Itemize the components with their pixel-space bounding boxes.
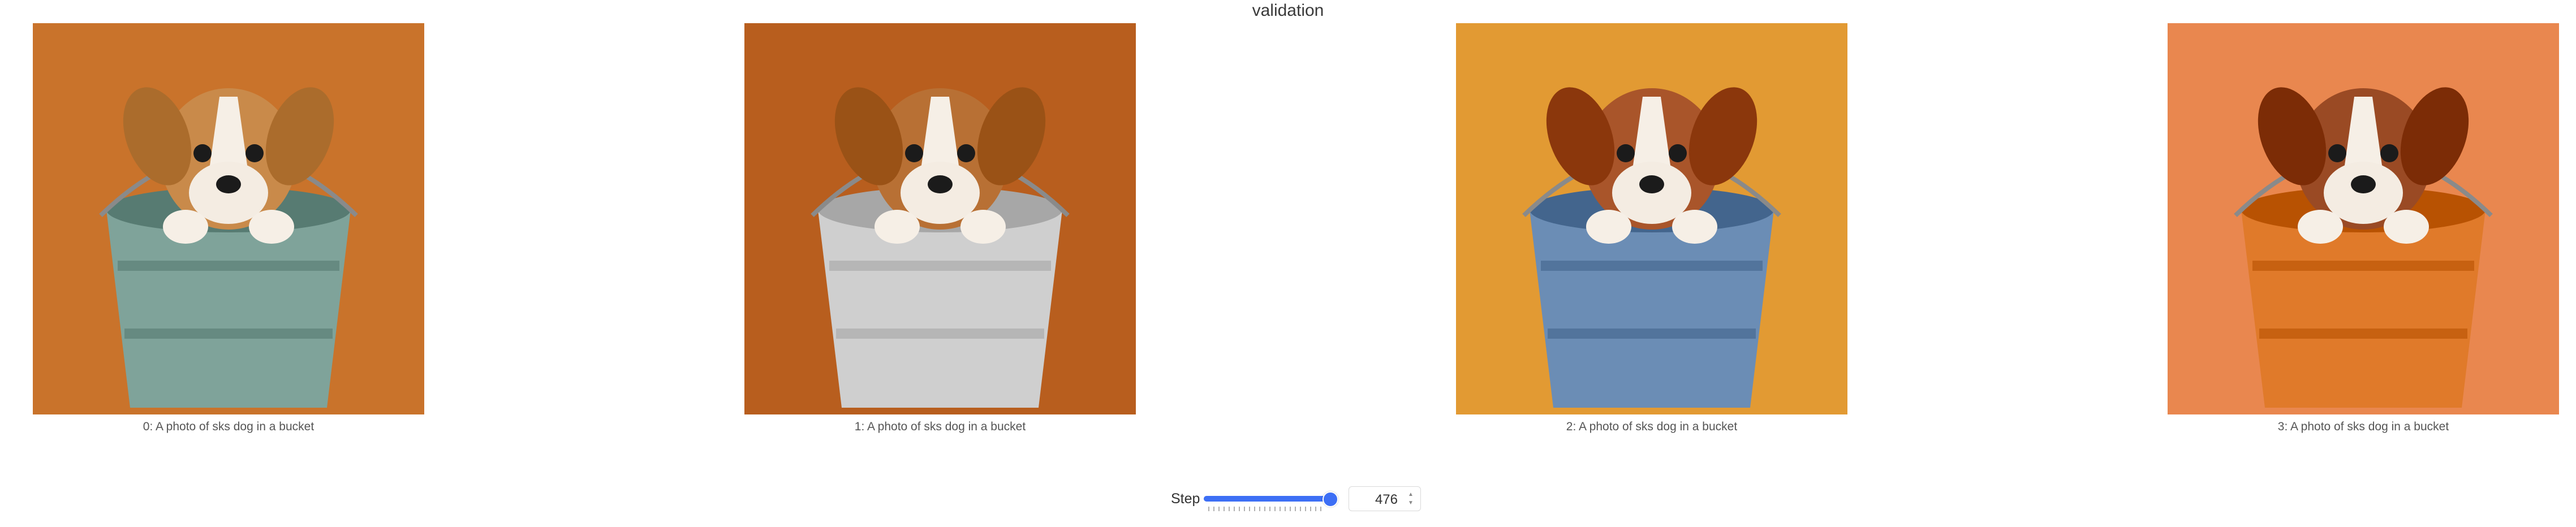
step-value: 476 — [1375, 492, 1398, 507]
validation-image[interactable] — [1456, 23, 1847, 414]
chevron-down-icon[interactable]: ▼ — [1407, 500, 1415, 506]
validation-image[interactable] — [33, 23, 424, 414]
image-caption: 2: A photo of sks dog in a bucket — [1566, 420, 1738, 433]
image-caption: 0: A photo of sks dog in a bucket — [143, 420, 315, 433]
image-panel: 3: A photo of sks dog in a bucket — [2168, 23, 2559, 434]
validation-image[interactable] — [2168, 23, 2559, 414]
image-caption: 1: A photo of sks dog in a bucket — [854, 420, 1026, 433]
image-panel: 2: A photo of sks dog in a bucket — [1456, 23, 1847, 434]
step-label: Step — [1171, 491, 1200, 507]
step-slider[interactable] — [1204, 490, 1338, 511]
step-number-input[interactable]: 476 ▲ ▼ — [1349, 486, 1421, 511]
image-caption: 3: A photo of sks dog in a bucket — [2277, 420, 2449, 433]
slider-thumb[interactable] — [1323, 491, 1338, 507]
step-control: Step 476 ▲ ▼ — [1171, 486, 1425, 515]
chevron-up-icon[interactable]: ▲ — [1407, 492, 1415, 498]
validation-image[interactable] — [744, 23, 1136, 414]
slider-ticks — [1208, 507, 1325, 511]
spinner[interactable]: ▲ ▼ — [1407, 491, 1415, 508]
image-panel: 0: A photo of sks dog in a bucket — [33, 23, 424, 434]
image-gallery: 0: A photo of sks dog in a bucket 1: A p… — [0, 0, 2576, 452]
slider-fill — [1204, 496, 1329, 502]
image-panel: 1: A photo of sks dog in a bucket — [744, 23, 1136, 434]
